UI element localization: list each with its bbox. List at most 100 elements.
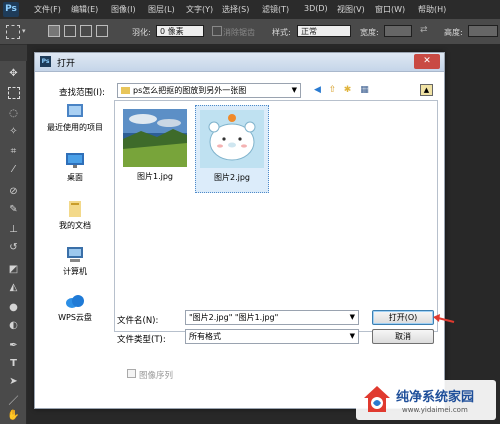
- bear-thumbnail-icon: [200, 110, 264, 168]
- path-selection-tool-icon[interactable]: ➤: [7, 375, 20, 388]
- cloud-icon: [66, 295, 84, 308]
- paint-bucket-tool-icon[interactable]: ◭: [7, 281, 20, 294]
- menu-help[interactable]: 帮助(H): [418, 4, 446, 15]
- image-sequence-checkbox[interactable]: [127, 369, 136, 378]
- place-documents[interactable]: 我的文档: [41, 200, 109, 231]
- swap-icon[interactable]: ⇄: [420, 25, 428, 35]
- recent-icon: [67, 104, 83, 117]
- chevron-down-icon: ▼: [349, 332, 355, 340]
- landscape-thumbnail-icon: [123, 109, 187, 167]
- place-computer[interactable]: 计算机: [41, 246, 109, 277]
- place-recent[interactable]: 最近使用的项目: [41, 102, 109, 133]
- feather-input[interactable]: 0 像素: [156, 25, 204, 37]
- filename-value: "图片2.jpg" "图片1.jpg": [189, 313, 279, 322]
- menu-type[interactable]: 文字(Y): [186, 4, 213, 15]
- chevron-down-icon: ▼: [349, 313, 355, 321]
- marquee-tool-icon[interactable]: [6, 25, 20, 39]
- antialias-checkbox[interactable]: [212, 26, 222, 36]
- width-label: 宽度:: [360, 28, 379, 37]
- place-label: WPS云盘: [58, 313, 92, 322]
- eraser-tool-icon[interactable]: ◩: [7, 263, 20, 276]
- image-sequence-label: 图像序列: [139, 371, 174, 381]
- brush-tool-icon[interactable]: ✎: [7, 203, 20, 216]
- style-label: 样式:: [272, 28, 291, 37]
- open-button[interactable]: 打开(O): [372, 310, 434, 325]
- add-selection-icon[interactable]: [64, 25, 76, 37]
- new-folder-icon[interactable]: ✱: [341, 84, 354, 97]
- antialias-label: 消除锯齿: [223, 28, 255, 37]
- marquee-tool-icon[interactable]: [8, 87, 20, 99]
- site-watermark: 纯净系统家园 www.yidaimei.com: [356, 380, 496, 420]
- place-label: 我的文档: [59, 221, 91, 230]
- menu-filter[interactable]: 滤镜(T): [262, 4, 289, 15]
- folder-icon: [121, 87, 130, 94]
- back-icon[interactable]: ◀: [311, 84, 324, 97]
- magic-wand-tool-icon[interactable]: ✧: [7, 125, 20, 138]
- dialog-title: 打开: [57, 59, 76, 69]
- desktop-icon: [66, 153, 84, 168]
- file-list[interactable]: 图片1.jpg 图片2.jpg: [114, 100, 438, 332]
- filename-label: 文件名(N):: [117, 316, 159, 326]
- clone-stamp-tool-icon[interactable]: ⊥: [7, 223, 20, 236]
- file-item[interactable]: 图片1.jpg: [119, 105, 191, 191]
- new-selection-icon[interactable]: [48, 25, 60, 37]
- look-in-select[interactable]: ps怎么把抠的图放到另外一张图 ▼: [117, 83, 301, 98]
- cancel-button[interactable]: 取消: [372, 329, 434, 344]
- lasso-tool-icon[interactable]: ◌: [7, 107, 20, 120]
- healing-brush-tool-icon[interactable]: ⊘: [7, 185, 20, 198]
- crop-tool-icon[interactable]: ⌗: [7, 145, 20, 158]
- dodge-tool-icon[interactable]: ◐: [7, 319, 20, 332]
- blur-tool-icon[interactable]: ●: [7, 301, 20, 314]
- height-label: 高度:: [444, 28, 463, 37]
- place-desktop[interactable]: 桌面: [41, 152, 109, 183]
- place-label: 桌面: [67, 173, 83, 182]
- move-tool-icon[interactable]: ✥: [7, 67, 20, 80]
- options-bar: ▾ 羽化: 0 像素 消除锯齿 样式: 正常 宽度: ⇄ 高度:: [0, 19, 500, 45]
- menu-select[interactable]: 选择(S): [222, 4, 249, 15]
- open-dialog: Ps 打开 ✕ 查找范围(I): ps怎么把抠的图放到另外一张图 ▼ ◀ ⇧ ✱…: [34, 52, 455, 409]
- eyedropper-tool-icon[interactable]: ⁄: [7, 163, 20, 176]
- filetype-select[interactable]: 所有格式 ▼: [185, 329, 359, 344]
- chevron-down-icon[interactable]: ▾: [22, 27, 26, 35]
- file-item-selected[interactable]: 图片2.jpg: [195, 105, 269, 193]
- filetype-value: 所有格式: [189, 332, 221, 341]
- style-select[interactable]: 正常: [297, 25, 351, 37]
- dialog-titlebar[interactable]: Ps 打开 ✕: [35, 53, 444, 72]
- folder-up-icon[interactable]: ▲: [420, 84, 433, 96]
- filename-input[interactable]: "图片2.jpg" "图片1.jpg" ▼: [185, 310, 359, 325]
- watermark-url: www.yidaimei.com: [402, 406, 468, 414]
- menu-image[interactable]: 图像(I): [111, 4, 136, 15]
- width-input[interactable]: [384, 25, 412, 37]
- photoshop-app-icon: Ps: [40, 56, 51, 67]
- height-input[interactable]: [468, 25, 498, 37]
- menu-file[interactable]: 文件(F): [34, 4, 61, 15]
- chevron-down-icon: ▼: [291, 86, 297, 94]
- menu-3d[interactable]: 3D(D): [304, 4, 328, 13]
- pen-tool-icon[interactable]: ✒: [7, 339, 20, 352]
- house-logo-icon: [364, 386, 390, 412]
- line-tool-icon[interactable]: ／: [7, 395, 20, 408]
- hand-tool-icon[interactable]: ✋: [7, 409, 20, 422]
- look-in-value: ps怎么把抠的图放到另外一张图: [133, 86, 247, 95]
- places-bar: 最近使用的项目 桌面 我的文档 计算机 WPS云盘: [41, 100, 109, 330]
- file-name: 图片2.jpg: [213, 173, 250, 182]
- menu-layer[interactable]: 图层(L): [148, 4, 175, 15]
- subtract-selection-icon[interactable]: [80, 25, 92, 37]
- photoshop-logo-icon: Ps: [3, 2, 19, 17]
- menu-edit[interactable]: 编辑(E): [71, 4, 98, 15]
- menu-view[interactable]: 视图(V): [337, 4, 365, 15]
- documents-icon: [69, 201, 81, 217]
- file-name: 图片1.jpg: [136, 172, 173, 181]
- view-menu-icon[interactable]: ▦: [358, 84, 371, 97]
- intersect-selection-icon[interactable]: [96, 25, 108, 37]
- close-button[interactable]: ✕: [414, 54, 440, 69]
- type-tool-icon[interactable]: T: [7, 357, 20, 370]
- menu-window[interactable]: 窗口(W): [375, 4, 405, 15]
- place-label: 最近使用的项目: [47, 123, 103, 132]
- up-folder-icon[interactable]: ⇧: [326, 84, 339, 97]
- place-wps-cloud[interactable]: WPS云盘: [41, 292, 109, 323]
- place-label: 计算机: [63, 267, 87, 276]
- computer-icon: [67, 247, 83, 262]
- watermark-title: 纯净系统家园: [396, 390, 475, 405]
- history-brush-tool-icon[interactable]: ↺: [7, 241, 20, 254]
